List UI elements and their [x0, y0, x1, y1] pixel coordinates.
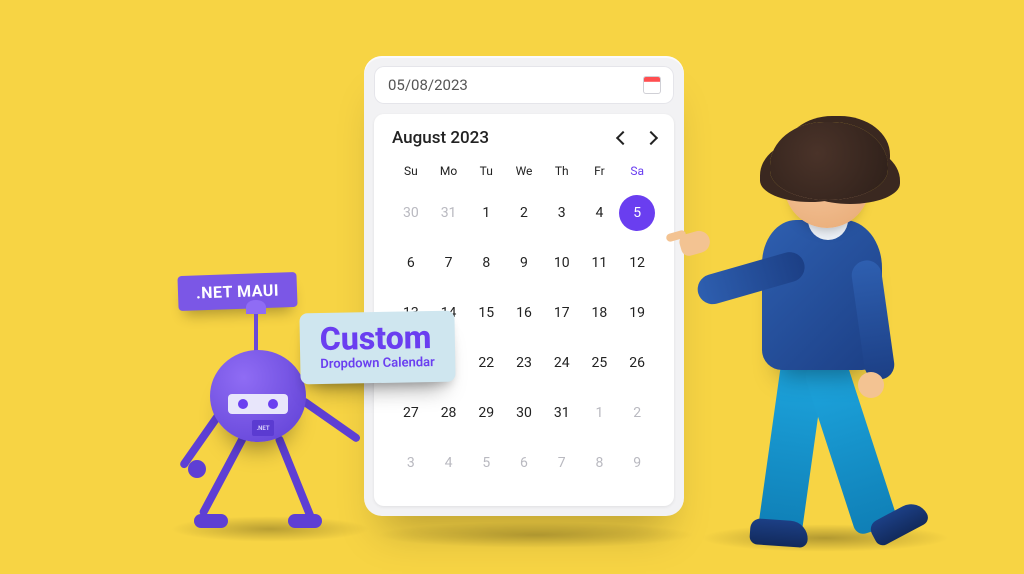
day-of-week-label: Tu — [467, 158, 505, 188]
date-input-value: 05/08/2023 — [388, 76, 468, 94]
person-figure — [700, 140, 930, 560]
robot-antenna — [254, 314, 258, 354]
calendar-day[interactable]: 5 — [467, 438, 505, 488]
calendar-day[interactable]: 6 — [392, 238, 430, 288]
calendar-day[interactable]: 24 — [543, 338, 581, 388]
calendar-icon[interactable] — [644, 77, 660, 93]
calendar-day[interactable]: 16 — [505, 288, 543, 338]
calendar-week-row: 272829303112 — [392, 388, 656, 438]
calendar-body: August 2023 SuMoTuWeThFrSa 3031123456789… — [374, 114, 674, 506]
calendar-day[interactable]: 19 — [618, 288, 656, 338]
calendar-day-selected[interactable]: 5 — [618, 188, 656, 238]
robot-chest-badge: .NET — [252, 420, 274, 436]
day-of-week-label: We — [505, 158, 543, 188]
robot-arm — [300, 397, 362, 444]
calendar-day[interactable]: 7 — [543, 438, 581, 488]
calendar-day[interactable]: 30 — [392, 188, 430, 238]
custom-badge-title: Custom — [320, 321, 435, 355]
calendar-day[interactable]: 27 — [392, 388, 430, 438]
calendar-day[interactable]: 28 — [430, 388, 468, 438]
calendar-day[interactable]: 29 — [467, 388, 505, 438]
calendar-day[interactable]: 30 — [505, 388, 543, 438]
calendar-day[interactable]: 31 — [430, 188, 468, 238]
calendar-day[interactable]: 2 — [505, 188, 543, 238]
calendar-day[interactable]: 18 — [581, 288, 619, 338]
custom-calendar-badge: Custom Dropdown Calendar — [299, 311, 455, 385]
day-of-week-label: Su — [392, 158, 430, 188]
calendar-week-row: 6789101112 — [392, 238, 656, 288]
day-of-week-label: Sa — [618, 158, 656, 188]
person-leg — [801, 352, 898, 537]
calendar-day[interactable]: 8 — [581, 438, 619, 488]
month-nav — [618, 133, 656, 143]
calendar-day[interactable]: 6 — [505, 438, 543, 488]
person-hand — [858, 372, 884, 398]
calendar-day[interactable]: 2 — [618, 388, 656, 438]
custom-badge-subtitle: Dropdown Calendar — [320, 355, 435, 372]
calendar-day[interactable]: 7 — [430, 238, 468, 288]
calendar-day[interactable]: 25 — [581, 338, 619, 388]
calendar-day[interactable]: 1 — [467, 188, 505, 238]
next-month-icon[interactable] — [644, 131, 658, 145]
robot-leg — [198, 434, 247, 517]
prev-month-icon[interactable] — [616, 131, 630, 145]
calendar-card: 05/08/2023 August 2023 SuMoTuWeThFrSa 30… — [364, 56, 684, 516]
robot-leg — [274, 435, 315, 521]
day-of-week-label: Th — [543, 158, 581, 188]
calendar-day[interactable]: 11 — [581, 238, 619, 288]
robot-foot — [194, 514, 228, 528]
day-of-week-label: Fr — [581, 158, 619, 188]
calendar-day[interactable]: 10 — [543, 238, 581, 288]
calendar-day[interactable]: 9 — [618, 438, 656, 488]
calendar-day[interactable]: 15 — [467, 288, 505, 338]
day-of-week-label: Mo — [430, 158, 468, 188]
day-of-week-row: SuMoTuWeThFrSa — [392, 158, 656, 188]
calendar-day[interactable]: 23 — [505, 338, 543, 388]
month-header: August 2023 — [392, 128, 656, 148]
month-label[interactable]: August 2023 — [392, 128, 489, 148]
calendar-day[interactable]: 22 — [467, 338, 505, 388]
calendar-day[interactable]: 31 — [543, 388, 581, 438]
calendar-day[interactable]: 3 — [543, 188, 581, 238]
date-input[interactable]: 05/08/2023 — [374, 66, 674, 104]
calendar-day[interactable]: 9 — [505, 238, 543, 288]
robot-foot — [288, 514, 322, 528]
calendar-day[interactable]: 1 — [581, 388, 619, 438]
robot-visor — [228, 394, 288, 414]
calendar-day[interactable]: 3 — [392, 438, 430, 488]
person-hair — [770, 122, 888, 200]
calendar-day[interactable]: 12 — [618, 238, 656, 288]
calendar-week-row: 3456789 — [392, 438, 656, 488]
calendar-day[interactable]: 17 — [543, 288, 581, 338]
calendar-day[interactable]: 4 — [430, 438, 468, 488]
calendar-day[interactable]: 8 — [467, 238, 505, 288]
calendar-day[interactable]: 26 — [618, 338, 656, 388]
calendar-shadow — [376, 522, 696, 548]
robot-hand — [188, 460, 206, 478]
calendar-week-row: 303112345 — [392, 188, 656, 238]
calendar-day[interactable]: 4 — [581, 188, 619, 238]
